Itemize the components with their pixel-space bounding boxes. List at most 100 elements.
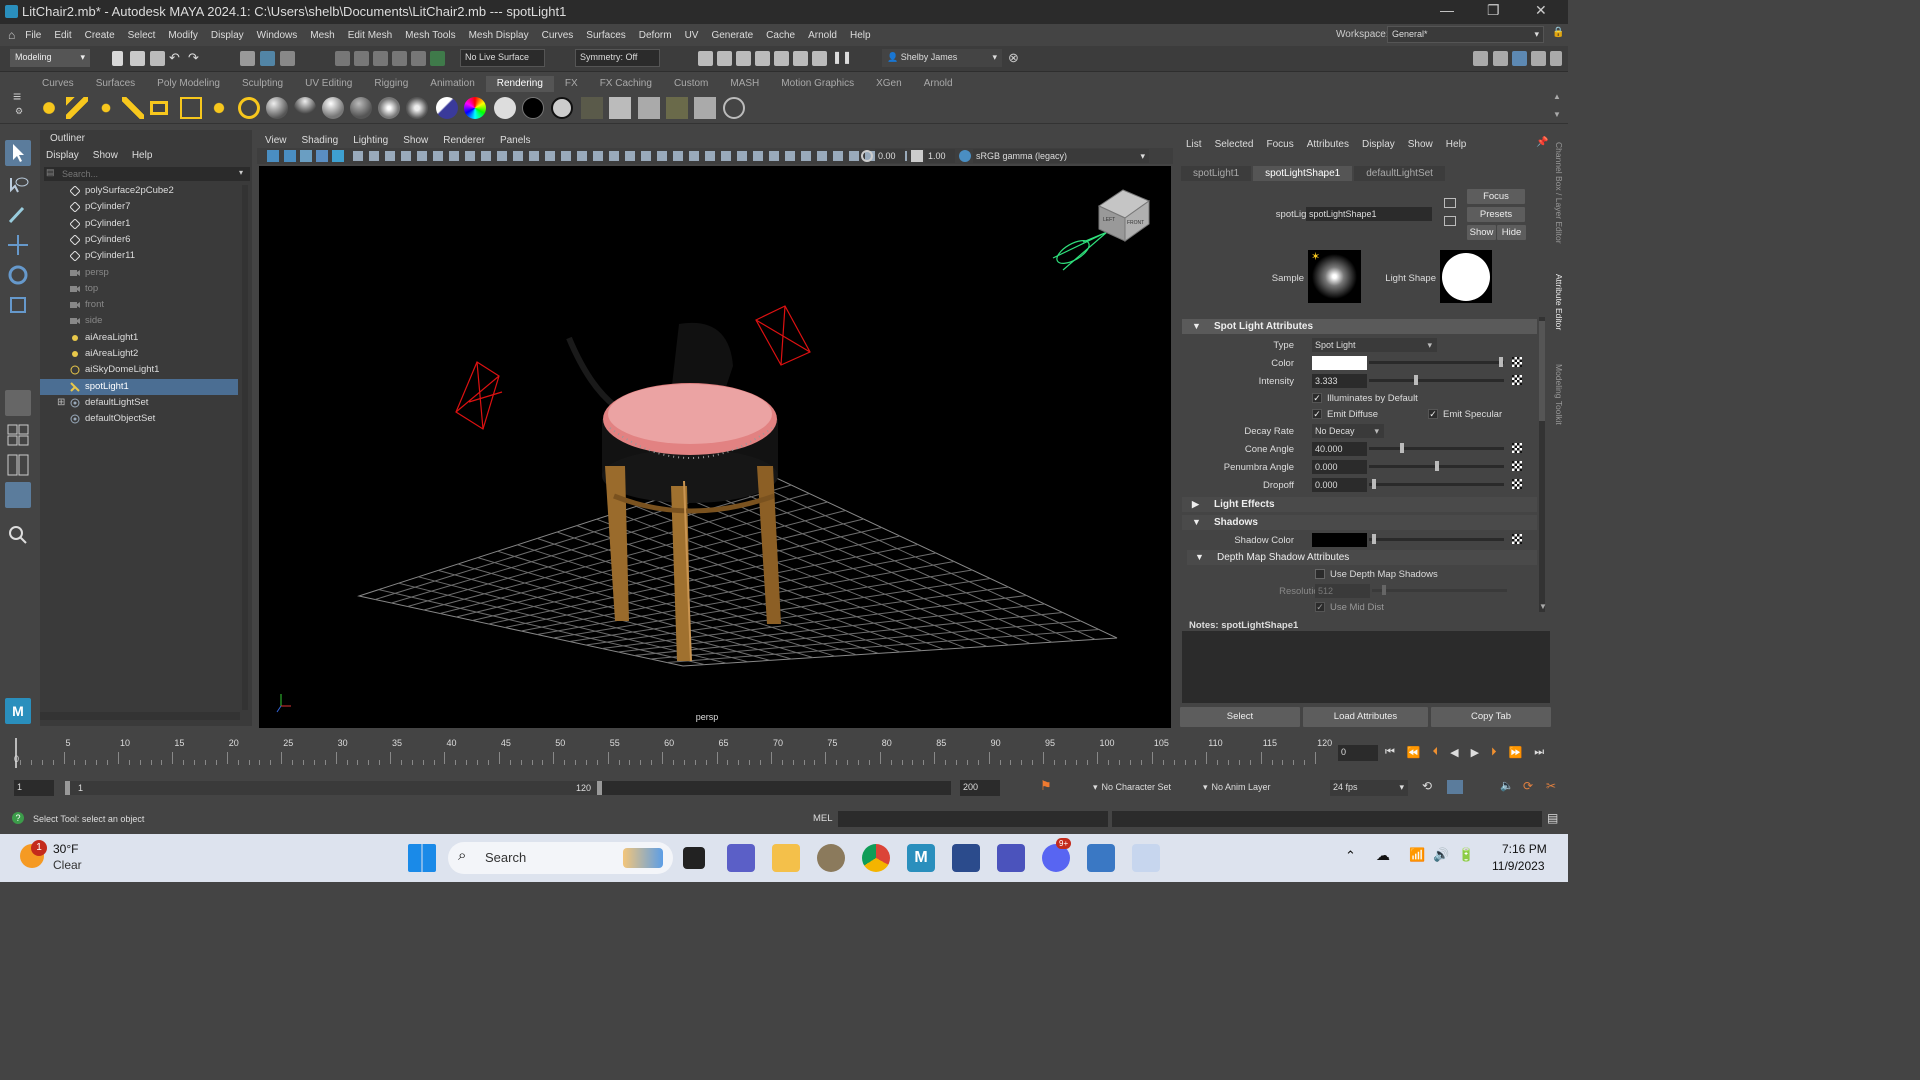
maya-taskbar-icon[interactable]: M: [907, 844, 935, 872]
step-back-key-icon[interactable]: ⏪: [1407, 746, 1421, 759]
cone-angle-map-button[interactable]: [1512, 443, 1522, 453]
shelf-tab-arnold[interactable]: Arnold: [913, 76, 964, 92]
ae-menu-selected[interactable]: Selected: [1215, 139, 1254, 150]
menu-select[interactable]: Select: [128, 30, 156, 41]
snap-surface-icon[interactable]: [411, 51, 426, 66]
outliner-item[interactable]: defaultObjectSet: [40, 411, 238, 427]
expand-plus-icon[interactable]: ⊞: [57, 395, 65, 411]
viewport-menu-lighting[interactable]: Lighting: [353, 135, 388, 146]
scale-tool-icon[interactable]: [5, 292, 31, 318]
cone-angle-slider[interactable]: [1369, 443, 1504, 453]
hypershade-icon[interactable]: [755, 51, 770, 66]
character-set-dropdown[interactable]: ▾ No Character Set: [1090, 780, 1190, 796]
shadows-header[interactable]: ▼ Shadows: [1182, 515, 1537, 530]
outliner-item[interactable]: front: [40, 297, 238, 313]
colorspace-dropdown[interactable]: sRGB gamma (legacy) ▾: [973, 149, 1149, 163]
area-light-icon[interactable]: [150, 101, 168, 115]
emit-diffuse-checkbox[interactable]: ✓: [1312, 409, 1322, 419]
shelf-menu-icon[interactable]: ≡: [13, 88, 21, 104]
anim-layer-dropdown[interactable]: ▾ No Anim Layer: [1200, 780, 1300, 796]
outliner-menu-display[interactable]: Display: [46, 150, 79, 161]
camera-attr-icon[interactable]: [284, 150, 296, 162]
go-to-end-icon[interactable]: ⏭: [1534, 746, 1544, 759]
hypershade-shelf-icon[interactable]: [609, 97, 631, 119]
modeling-toolkit-tab[interactable]: Modeling Toolkit: [1554, 364, 1564, 425]
wifi-icon[interactable]: 📶: [1409, 847, 1425, 863]
dropoff-slider[interactable]: [1369, 479, 1504, 489]
performance-monitor-icon[interactable]: [1087, 844, 1115, 872]
node-name-field[interactable]: spotLightShape1: [1306, 207, 1432, 221]
ae-menu-list[interactable]: List: [1186, 139, 1202, 150]
pause-icon[interactable]: ❚❚: [832, 50, 852, 64]
ae-tab-spotlight1[interactable]: spotLight1: [1181, 165, 1252, 181]
type-dropdown[interactable]: Spot Light ▾: [1312, 338, 1437, 352]
step-forward-key-icon[interactable]: ⏩: [1509, 746, 1523, 759]
shelf-tab-fx-caching[interactable]: FX Caching: [589, 76, 663, 92]
ipr-render-icon[interactable]: [717, 51, 732, 66]
layout-toggle-1-icon[interactable]: [1473, 51, 1488, 66]
shelf-settings-icon[interactable]: ⚙: [15, 106, 23, 117]
intensity-field[interactable]: 3.333: [1312, 374, 1367, 388]
menu-file[interactable]: File: [25, 30, 41, 41]
render-view-shelf-icon[interactable]: [638, 97, 660, 119]
render-sequence-icon[interactable]: [812, 51, 827, 66]
shelf-tab-poly-modeling[interactable]: Poly Modeling: [146, 76, 231, 92]
spot-light-attributes-header[interactable]: ▼ Spot Light Attributes: [1182, 319, 1537, 334]
penumbra-angle-slider[interactable]: [1369, 461, 1504, 471]
emit-specular-checkbox[interactable]: ✓: [1428, 409, 1438, 419]
menu-create[interactable]: Create: [85, 30, 115, 41]
persp-graph-icon[interactable]: [5, 452, 31, 478]
volume-light-icon[interactable]: [180, 97, 202, 119]
spot-light-icon[interactable]: [122, 97, 144, 119]
tray-overflow-icon[interactable]: ⌃: [1345, 848, 1356, 864]
step-back-frame-icon[interactable]: ⏴: [1433, 746, 1439, 759]
shelf-tab-uv-editing[interactable]: UV Editing: [294, 76, 363, 92]
outliner-menu-show[interactable]: Show: [93, 150, 118, 161]
maya-home-icon[interactable]: M: [5, 698, 31, 724]
toon-shader-icon[interactable]: [436, 97, 458, 119]
file-explorer-icon[interactable]: [772, 844, 800, 872]
render-view-icon[interactable]: [793, 51, 808, 66]
current-frame-field[interactable]: 0: [1338, 745, 1378, 761]
save-scene-icon[interactable]: [150, 51, 165, 66]
standard-surface-icon[interactable]: [378, 97, 400, 119]
ae-tab-defaultlightset[interactable]: defaultLightSet: [1354, 165, 1445, 181]
light-effects-header[interactable]: ▶ Light Effects: [1182, 497, 1537, 512]
color-swatch[interactable]: [1312, 356, 1367, 370]
shelf-tab-fx[interactable]: FX: [554, 76, 589, 92]
volume-icon[interactable]: 🔊: [1433, 847, 1449, 863]
outliner-item[interactable]: pCylinder6: [40, 232, 238, 248]
resolution-field[interactable]: 512: [1315, 584, 1370, 598]
outliner-item[interactable]: side: [40, 313, 238, 329]
viewport-menu-show[interactable]: Show: [403, 135, 428, 146]
ae-scroll-down-icon[interactable]: ▼: [1539, 602, 1547, 611]
viewport-menu-panels[interactable]: Panels: [500, 135, 531, 146]
intensity-slider[interactable]: [1369, 375, 1504, 385]
loop-icon[interactable]: ⟲: [1422, 779, 1432, 793]
illuminates-default-checkbox[interactable]: ✓: [1312, 393, 1322, 403]
snap-point-icon[interactable]: [373, 51, 388, 66]
go-to-start-icon[interactable]: ⏮: [1385, 746, 1395, 759]
depth-map-shadow-header[interactable]: ▼ Depth Map Shadow Attributes: [1187, 550, 1537, 565]
gamma-field[interactable]: 1.00: [925, 149, 955, 163]
shelf-tab-rendering[interactable]: Rendering: [485, 76, 554, 92]
sound-icon[interactable]: 🔈: [1500, 779, 1514, 792]
outliner-item[interactable]: polySurface2pCube2: [40, 183, 238, 199]
select-hierarchy-icon[interactable]: [240, 51, 255, 66]
intensity-map-button[interactable]: [1512, 375, 1522, 385]
ai-standard-icon[interactable]: [464, 97, 486, 119]
view-cube[interactable]: LEFT FRONT: [1097, 189, 1151, 242]
outliner-item[interactable]: top: [40, 281, 238, 297]
render-layer-icon[interactable]: [581, 97, 603, 119]
bookmark-icon[interactable]: [300, 150, 312, 162]
outliner-item[interactable]: aiSkyDomeLight1: [40, 362, 238, 378]
shelf-tab-custom[interactable]: Custom: [663, 76, 719, 92]
menu-mesh-display[interactable]: Mesh Display: [469, 30, 529, 41]
shelf-tab-mash[interactable]: MASH: [719, 76, 770, 92]
menu-help[interactable]: Help: [850, 30, 871, 41]
point-light-icon[interactable]: [95, 97, 117, 119]
arnold-render-icon[interactable]: [774, 51, 789, 66]
chrome-icon[interactable]: [862, 844, 890, 872]
ramp-shader-icon[interactable]: [406, 97, 428, 119]
teams-meet-icon[interactable]: [727, 844, 755, 872]
